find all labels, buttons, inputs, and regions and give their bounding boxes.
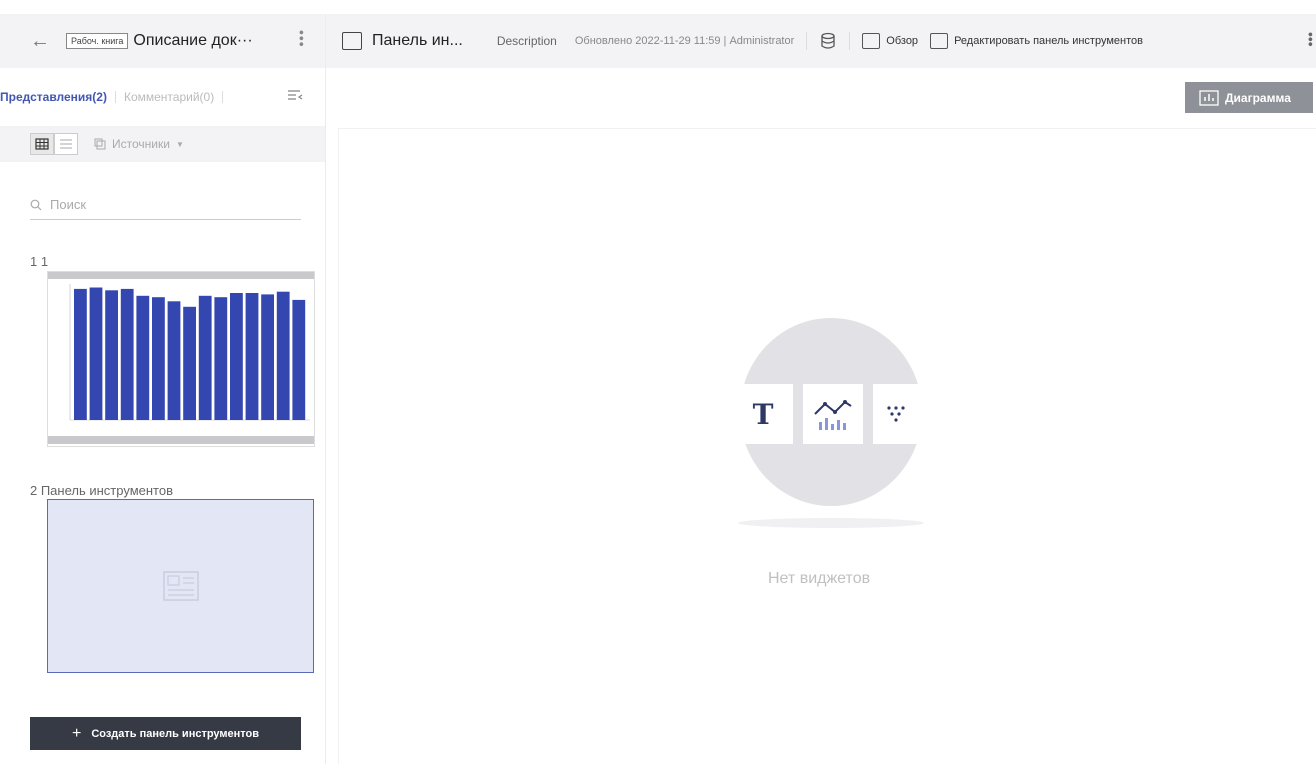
thumbnail-bar-chart: [48, 272, 314, 444]
thumbnail-bar: [105, 290, 118, 420]
thumbnail-bar: [292, 299, 306, 420]
overview-button[interactable]: Обзор: [862, 33, 918, 49]
chart-widget-icon: [814, 400, 852, 430]
create-dashboard-button[interactable]: + Создать панель инструментов: [30, 717, 301, 750]
plus-icon: +: [71, 724, 82, 742]
thumbnail-bar: [183, 306, 196, 420]
view-item-label-1[interactable]: 1 1: [30, 254, 48, 269]
thumbnail-bar: [276, 291, 290, 420]
copy-icon: [94, 138, 106, 150]
dashboard-title[interactable]: Панель ин...: [372, 32, 463, 50]
sources-label: Источники: [112, 137, 170, 151]
thumbnail-bar: [89, 287, 103, 420]
edit-dashboard-label: Редактировать панель инструментов: [954, 35, 1143, 47]
view-thumbnail-dashboard[interactable]: [47, 499, 314, 673]
add-chart-icon: [1199, 89, 1219, 106]
updated-info: Обновлено 2022-11-29 11:59 | Administrat…: [574, 35, 795, 47]
dashboard-toolbar: Панель ин... Description Обновлено 2022-…: [326, 14, 1316, 68]
view-toolbar: Источники ▼: [0, 126, 325, 162]
add-chart-button[interactable]: Диаграмма: [1185, 82, 1313, 113]
search-placeholder: Поиск: [50, 197, 87, 212]
thumbnail-bar: [261, 294, 274, 420]
thumbnail-bar: [198, 295, 212, 420]
more-vertical-icon[interactable]: •••: [294, 30, 310, 48]
edit-icon: [930, 33, 949, 49]
thumbnail-bar: [167, 301, 181, 420]
document-title[interactable]: Описание док···: [133, 32, 252, 50]
view-item-label-2[interactable]: 2 Панель инструментов: [30, 483, 173, 498]
thumbnail-bar: [245, 293, 259, 420]
view-thumbnail-chart[interactable]: [47, 271, 315, 447]
grid-icon: [35, 138, 49, 150]
tab-comments[interactable]: Комментарий(0): [124, 90, 214, 104]
tab-divider: [222, 91, 224, 103]
caret-down-icon: ▼: [175, 139, 184, 149]
text-widget-card: T: [733, 384, 793, 444]
chart-widget-card: [803, 384, 863, 444]
text-widget-icon: T: [752, 397, 774, 431]
description-link[interactable]: Description: [497, 34, 557, 48]
dashboard-placeholder-icon: [162, 571, 199, 601]
empty-state-shadow: [738, 518, 924, 528]
thumbnail-bar: [214, 297, 228, 420]
toolbar-divider: [806, 32, 808, 50]
search-field[interactable]: Поиск: [30, 190, 301, 220]
collapse-list-icon[interactable]: [287, 89, 303, 103]
scatter-widget-card: [873, 384, 923, 444]
add-chart-label: Диаграмма: [1225, 90, 1291, 105]
empty-state-text: Нет виджетов: [768, 570, 871, 587]
sources-dropdown[interactable]: Источники ▼: [94, 137, 184, 151]
workbook-tag: Рабоч. книга: [66, 33, 129, 49]
thumbnail-bar: [136, 295, 150, 420]
search-icon: [30, 199, 42, 210]
workbook-header: ← Рабоч. книга Описание док··· •••: [0, 14, 325, 68]
grid-view-button[interactable]: [30, 133, 54, 155]
thumbnail-bar: [74, 288, 87, 420]
create-dashboard-label: Создать панель инструментов: [91, 727, 260, 740]
thumbnail-bar: [120, 288, 134, 420]
preview-icon: [862, 33, 881, 49]
dashboard-icon: [342, 32, 362, 50]
list-icon: [60, 139, 72, 149]
list-view-button[interactable]: [54, 133, 78, 155]
overview-label: Обзор: [886, 35, 919, 47]
edit-dashboard-button[interactable]: Редактировать панель инструментов: [930, 33, 1143, 49]
toolbar-divider: [849, 32, 851, 50]
more-vertical-icon[interactable]: •••: [1303, 32, 1316, 47]
thumbnail-bar: [230, 293, 243, 420]
tab-views[interactable]: Представления(2): [0, 90, 107, 104]
sidebar-tabs: Представления(2) Комментарий(0): [0, 68, 325, 126]
database-icon[interactable]: [819, 32, 837, 50]
arrow-left-icon[interactable]: ←: [30, 30, 52, 52]
thumbnail-bar: [152, 297, 165, 420]
scatter-widget-icon: [887, 406, 905, 422]
tab-divider: [114, 91, 116, 103]
